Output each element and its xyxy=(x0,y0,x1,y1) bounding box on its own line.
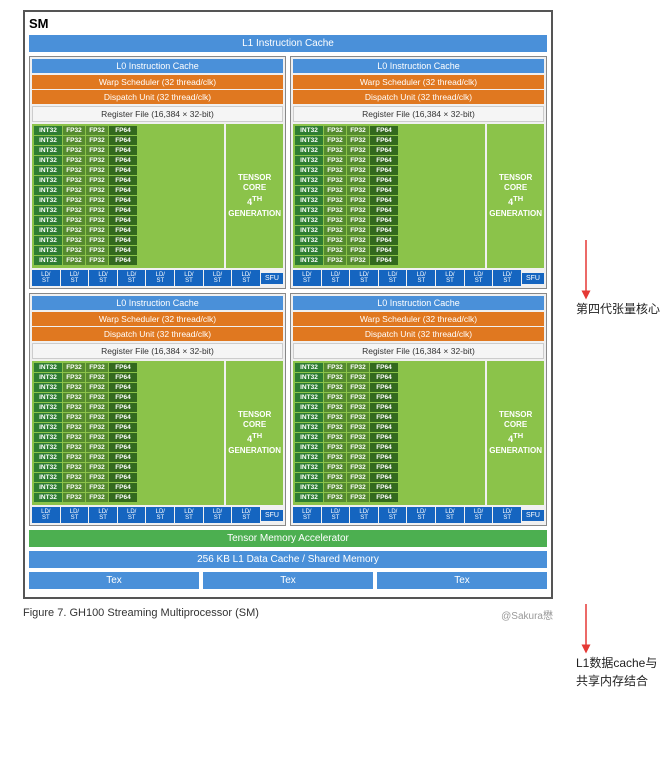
int-fp-grid-br: INT32FP32FP32FP64 INT32FP32FP32FP64 INT3… xyxy=(293,361,485,505)
sm-diagram: SM L1 Instruction Cache L0 Instruction C… xyxy=(23,10,553,599)
annotations-container: 第四代张量核心 L1数据cache与 共享内存结合 xyxy=(576,10,660,690)
warp-scheduler-tr: Warp Scheduler (32 thread/clk) xyxy=(293,75,544,89)
csdn-credit: @Sakura懋 xyxy=(501,607,553,622)
figure-caption: Figure 7. GH100 Streaming Multiprocessor… xyxy=(23,607,553,619)
register-file-br: Register File (16,384 × 32-bit) xyxy=(293,343,544,359)
l0-cache-bl: L0 Instruction Cache xyxy=(32,296,283,310)
register-file-tl: Register File (16,384 × 32-bit) xyxy=(32,106,283,122)
register-file-tr: Register File (16,384 × 32-bit) xyxy=(293,106,544,122)
quadrant-bottom-left: L0 Instruction Cache Warp Scheduler (32 … xyxy=(29,293,286,526)
warp-scheduler-bl: Warp Scheduler (32 thread/clk) xyxy=(32,312,283,326)
l0-cache-tl: L0 Instruction Cache xyxy=(32,59,283,73)
ld-st-row-tr: LD/ST LD/ST LD/ST LD/ST LD/ST LD/ST LD/S… xyxy=(293,270,544,286)
register-file-bl: Register File (16,384 × 32-bit) xyxy=(32,343,283,359)
tex-1: Tex xyxy=(29,572,199,589)
tensor-core-label-br: TENSORCORE4THGENERATION xyxy=(489,410,542,456)
quadrant-top-left: L0 Instruction Cache Warp Scheduler (32 … xyxy=(29,56,286,289)
tensor-core-label-bl: TENSORCORE4THGENERATION xyxy=(228,410,281,456)
tensor-core-bl: TENSORCORE4THGENERATION xyxy=(226,361,283,505)
sm-title: SM xyxy=(29,16,547,31)
tensor-core-label-tl: TENSORCORE4THGENERATION xyxy=(228,173,281,219)
annotation-fourth-gen: 第四代张量核心 xyxy=(576,240,660,318)
compute-area-tl: INT32FP32FP32FP64 INT32FP32FP32FP64 INT3… xyxy=(32,124,283,268)
annotation-l1-cache: L1数据cache与 共享内存结合 xyxy=(576,604,660,690)
l1-instruction-cache: L1 Instruction Cache xyxy=(29,35,547,52)
quadrant-bottom-right: L0 Instruction Cache Warp Scheduler (32 … xyxy=(290,293,547,526)
ld-st-row-tl: LD/ST LD/ST LD/ST LD/ST LD/ST LD/ST LD/S… xyxy=(32,270,283,286)
dispatch-unit-br: Dispatch Unit (32 thread/clk) xyxy=(293,327,544,341)
compute-area-bl: INT32FP32FP32FP64 INT32FP32FP32FP64 INT3… xyxy=(32,361,283,505)
ld-st-row-bl: LD/ST LD/ST LD/ST LD/ST LD/ST LD/ST LD/S… xyxy=(32,507,283,523)
int-fp-grid-bl: INT32FP32FP32FP64 INT32FP32FP32FP64 INT3… xyxy=(32,361,224,505)
tex-row: Tex Tex Tex xyxy=(29,572,547,589)
dispatch-unit-tr: Dispatch Unit (32 thread/clk) xyxy=(293,90,544,104)
tensor-core-br: TENSORCORE4THGENERATION xyxy=(487,361,544,505)
l1-data-cache: 256 KB L1 Data Cache / Shared Memory xyxy=(29,551,547,568)
sfu-tr: SFU xyxy=(522,273,544,284)
tensor-core-tl: TENSORCORE4THGENERATION xyxy=(226,124,283,268)
sfu-tl: SFU xyxy=(261,273,283,284)
quadrants-container: L0 Instruction Cache Warp Scheduler (32 … xyxy=(29,56,547,526)
tex-2: Tex xyxy=(203,572,373,589)
tensor-core-label-tr: TENSORCORE4THGENERATION xyxy=(489,173,542,219)
tex-3: Tex xyxy=(377,572,547,589)
l0-cache-br: L0 Instruction Cache xyxy=(293,296,544,310)
tensor-memory-accelerator: Tensor Memory Accelerator xyxy=(29,530,547,547)
dispatch-unit-bl: Dispatch Unit (32 thread/clk) xyxy=(32,327,283,341)
sfu-bl: SFU xyxy=(261,510,283,521)
warp-scheduler-tl: Warp Scheduler (32 thread/clk) xyxy=(32,75,283,89)
tensor-core-tr: TENSORCORE4THGENERATION xyxy=(487,124,544,268)
ld-st-row-br: LD/ST LD/ST LD/ST LD/ST LD/ST LD/ST LD/S… xyxy=(293,507,544,523)
quadrant-top-right: L0 Instruction Cache Warp Scheduler (32 … xyxy=(290,56,547,289)
compute-area-br: INT32FP32FP32FP64 INT32FP32FP32FP64 INT3… xyxy=(293,361,544,505)
sfu-br: SFU xyxy=(522,510,544,521)
l0-cache-tr: L0 Instruction Cache xyxy=(293,59,544,73)
int-fp-grid-tl: INT32FP32FP32FP64 INT32FP32FP32FP64 INT3… xyxy=(32,124,224,268)
dispatch-unit-tl: Dispatch Unit (32 thread/clk) xyxy=(32,90,283,104)
warp-scheduler-br: Warp Scheduler (32 thread/clk) xyxy=(293,312,544,326)
compute-area-tr: INT32FP32FP32FP64 INT32FP32FP32FP64 INT3… xyxy=(293,124,544,268)
int-fp-grid-tr: INT32FP32FP32FP64 INT32FP32FP32FP64 INT3… xyxy=(293,124,485,268)
